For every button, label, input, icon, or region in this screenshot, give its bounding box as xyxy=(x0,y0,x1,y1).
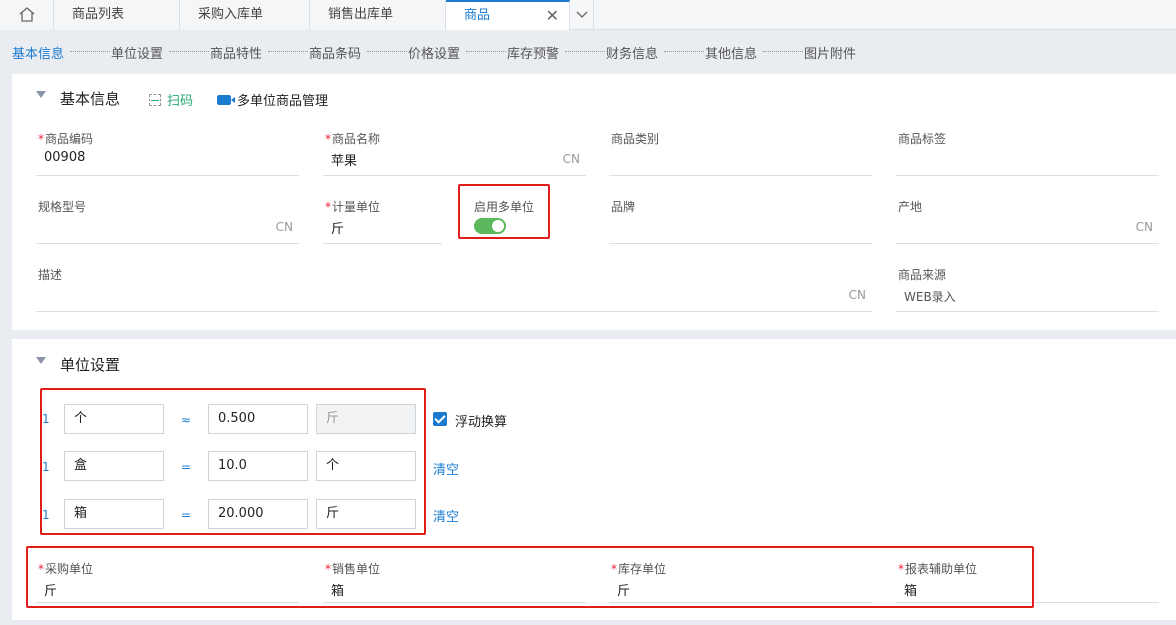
tab-product[interactable]: 商品 ✕ xyxy=(446,0,570,30)
unit-base-input: 斤 xyxy=(316,404,416,434)
unit-qty-input[interactable]: 20.000 xyxy=(208,499,308,529)
scan-button[interactable]: 扫码 xyxy=(149,90,193,109)
unit-settings-panel: 单位设置 1 个 ≈ 0.500 斤 浮动换算 1 盒 = 10.0 个 清空 … xyxy=(12,339,1176,620)
section-title-unit: 单位设置 xyxy=(60,356,121,374)
purchase-unit-field[interactable]: *采购单位 斤 xyxy=(36,560,299,603)
anchor-divider xyxy=(664,51,704,52)
clear-button[interactable]: 清空 xyxy=(433,459,459,478)
basic-info-panel: 基本信息 扫码 多单位商品管理 *商品编码 00908 *商品名称 苹果 CN … xyxy=(12,74,1176,330)
anchor-divider xyxy=(565,51,605,52)
section-anchor-nav: 基本信息 单位设置 商品特性 商品条码 价格设置 库存预警 财务信息 其他信息 … xyxy=(0,30,1176,74)
anchor-stock-warning[interactable]: 库存预警 xyxy=(507,43,559,62)
anchor-divider xyxy=(268,51,308,52)
unit-name-input[interactable]: 盒 xyxy=(64,451,164,481)
row-index: 1 xyxy=(42,508,50,522)
anchor-unit[interactable]: 单位设置 xyxy=(111,43,163,62)
home-icon xyxy=(19,7,35,22)
tab-sales-out[interactable]: 销售出库单 xyxy=(310,0,446,30)
chevron-down-icon xyxy=(576,11,588,18)
origin-field[interactable]: 产地 CN xyxy=(896,198,1159,244)
report-aux-unit-field[interactable]: *报表辅助单位 箱 xyxy=(896,560,1159,603)
spec-model-field[interactable]: 规格型号 CN xyxy=(36,198,299,244)
home-tab[interactable] xyxy=(0,0,54,30)
collapse-triangle-icon[interactable] xyxy=(36,357,46,364)
video-icon xyxy=(217,95,235,105)
float-convert-checkbox[interactable] xyxy=(433,412,447,426)
multi-unit-manage-button[interactable]: 多单位商品管理 xyxy=(217,90,328,109)
anchor-barcode[interactable]: 商品条码 xyxy=(309,43,361,62)
product-code-field[interactable]: *商品编码 00908 xyxy=(36,130,299,176)
unit-base-select[interactable]: 个 xyxy=(316,451,416,481)
row-index: 1 xyxy=(42,412,50,426)
unit-qty-input[interactable]: 0.500 xyxy=(208,404,308,434)
unit-qty-input[interactable]: 10.0 xyxy=(208,451,308,481)
equals-sign: = xyxy=(181,460,192,474)
tab-product-list[interactable]: 商品列表 xyxy=(54,0,180,30)
anchor-divider xyxy=(70,51,110,52)
brand-field[interactable]: 品牌 xyxy=(609,198,872,244)
product-tag-field[interactable]: 商品标签 xyxy=(896,130,1159,176)
equals-sign: = xyxy=(181,508,192,522)
clear-button[interactable]: 清空 xyxy=(433,506,459,525)
anchor-finance[interactable]: 财务信息 xyxy=(606,43,658,62)
product-source-field: 商品来源 WEB录入 xyxy=(896,266,1159,312)
close-icon[interactable]: ✕ xyxy=(546,2,559,30)
anchor-divider xyxy=(466,51,506,52)
tab-bar: 商品列表 采购入库单 销售出库单 商品 ✕ xyxy=(0,0,1176,30)
sales-unit-field[interactable]: *销售单位 箱 xyxy=(323,560,586,603)
section-title-basic: 基本信息 xyxy=(60,90,121,108)
row-index: 1 xyxy=(42,460,50,474)
anchor-feature[interactable]: 商品特性 xyxy=(210,43,262,62)
unit-base-select[interactable]: 斤 xyxy=(316,499,416,529)
product-category-field[interactable]: 商品类别 xyxy=(609,130,872,176)
scan-icon xyxy=(149,94,161,106)
anchor-other[interactable]: 其他信息 xyxy=(705,43,757,62)
measure-unit-field[interactable]: *计量单位 斤 xyxy=(323,198,442,244)
tab-more-button[interactable] xyxy=(570,0,594,30)
float-convert-label: 浮动换算 xyxy=(455,415,508,430)
collapse-triangle-icon[interactable] xyxy=(36,91,46,98)
approx-sign: ≈ xyxy=(181,413,192,427)
description-field[interactable]: 描述 CN xyxy=(36,266,872,312)
multi-unit-toggle-field: 启用多单位 xyxy=(466,198,566,244)
stock-unit-field[interactable]: *库存单位 斤 xyxy=(609,560,872,603)
multi-unit-toggle[interactable] xyxy=(474,218,506,234)
anchor-images[interactable]: 图片附件 xyxy=(804,43,856,62)
anchor-divider xyxy=(763,51,803,52)
anchor-price[interactable]: 价格设置 xyxy=(408,43,460,62)
anchor-basic[interactable]: 基本信息 xyxy=(12,43,64,62)
anchor-divider xyxy=(169,51,209,52)
tab-purchase-in[interactable]: 采购入库单 xyxy=(180,0,310,30)
anchor-divider xyxy=(367,51,407,52)
product-name-field[interactable]: *商品名称 苹果 CN xyxy=(323,130,586,176)
unit-name-input[interactable]: 箱 xyxy=(64,499,164,529)
unit-name-input[interactable]: 个 xyxy=(64,404,164,434)
